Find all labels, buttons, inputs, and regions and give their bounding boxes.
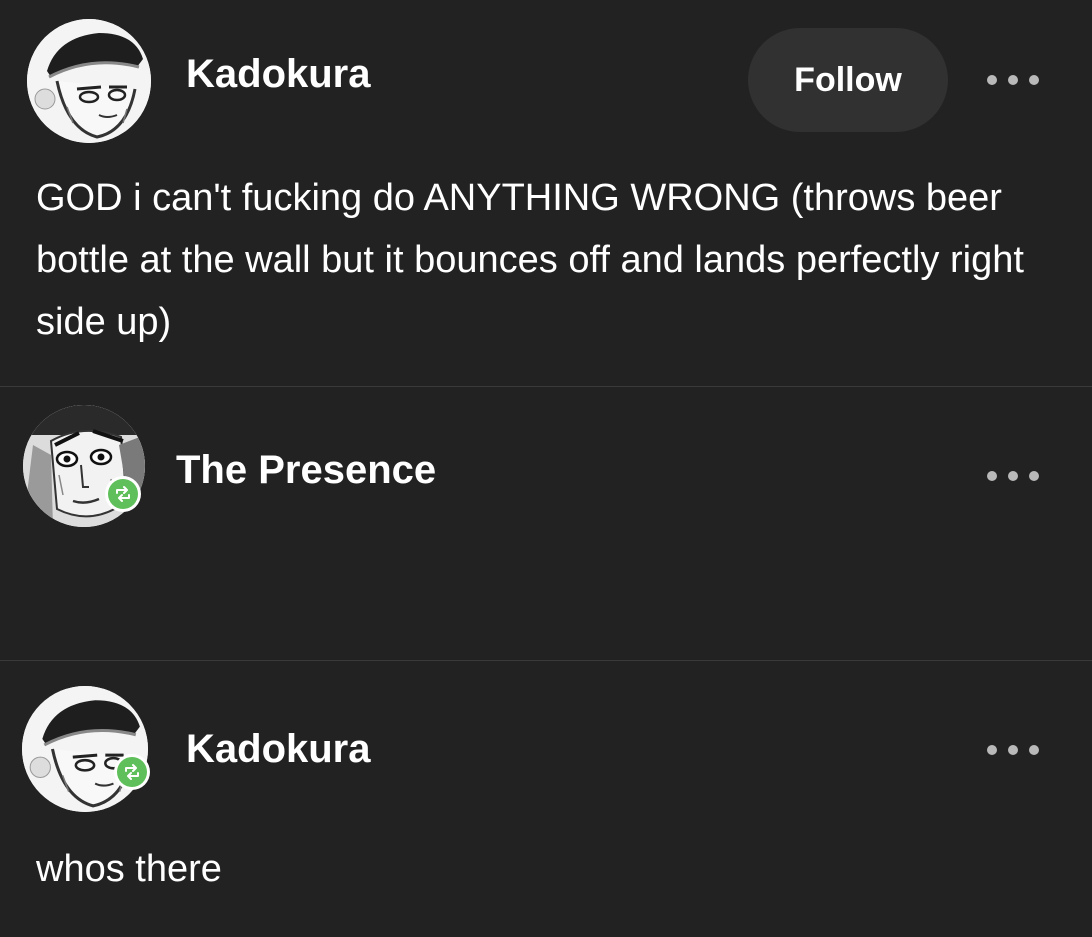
post-body-text: GOD i can't fucking do ANYTHING WRONG (t…	[36, 177, 1024, 343]
more-options-icon[interactable]	[987, 743, 1039, 757]
avatar[interactable]	[22, 686, 148, 812]
reblog-icon	[116, 486, 130, 502]
follow-button[interactable]: Follow	[748, 28, 948, 132]
post-2: The Presence	[0, 387, 1092, 660]
post-1: Kadokura Follow GOD i can't fucking do A…	[0, 0, 1092, 386]
avatar-kadokura-icon	[22, 686, 148, 812]
post-body-text: whos there	[36, 848, 222, 890]
reblog-badge	[105, 476, 141, 512]
avatar-kadokura-icon	[27, 19, 151, 143]
reblog-icon	[125, 764, 139, 780]
more-options-icon[interactable]	[987, 469, 1039, 483]
reblog-badge	[114, 754, 150, 790]
more-options-icon[interactable]	[987, 73, 1039, 87]
post-3: Kadokura whos there	[0, 661, 1092, 937]
post-author-name[interactable]: Kadokura	[186, 52, 371, 97]
avatar[interactable]	[27, 19, 151, 143]
post-author-name[interactable]: Kadokura	[186, 727, 371, 772]
post-author-name[interactable]: The Presence	[176, 448, 436, 493]
